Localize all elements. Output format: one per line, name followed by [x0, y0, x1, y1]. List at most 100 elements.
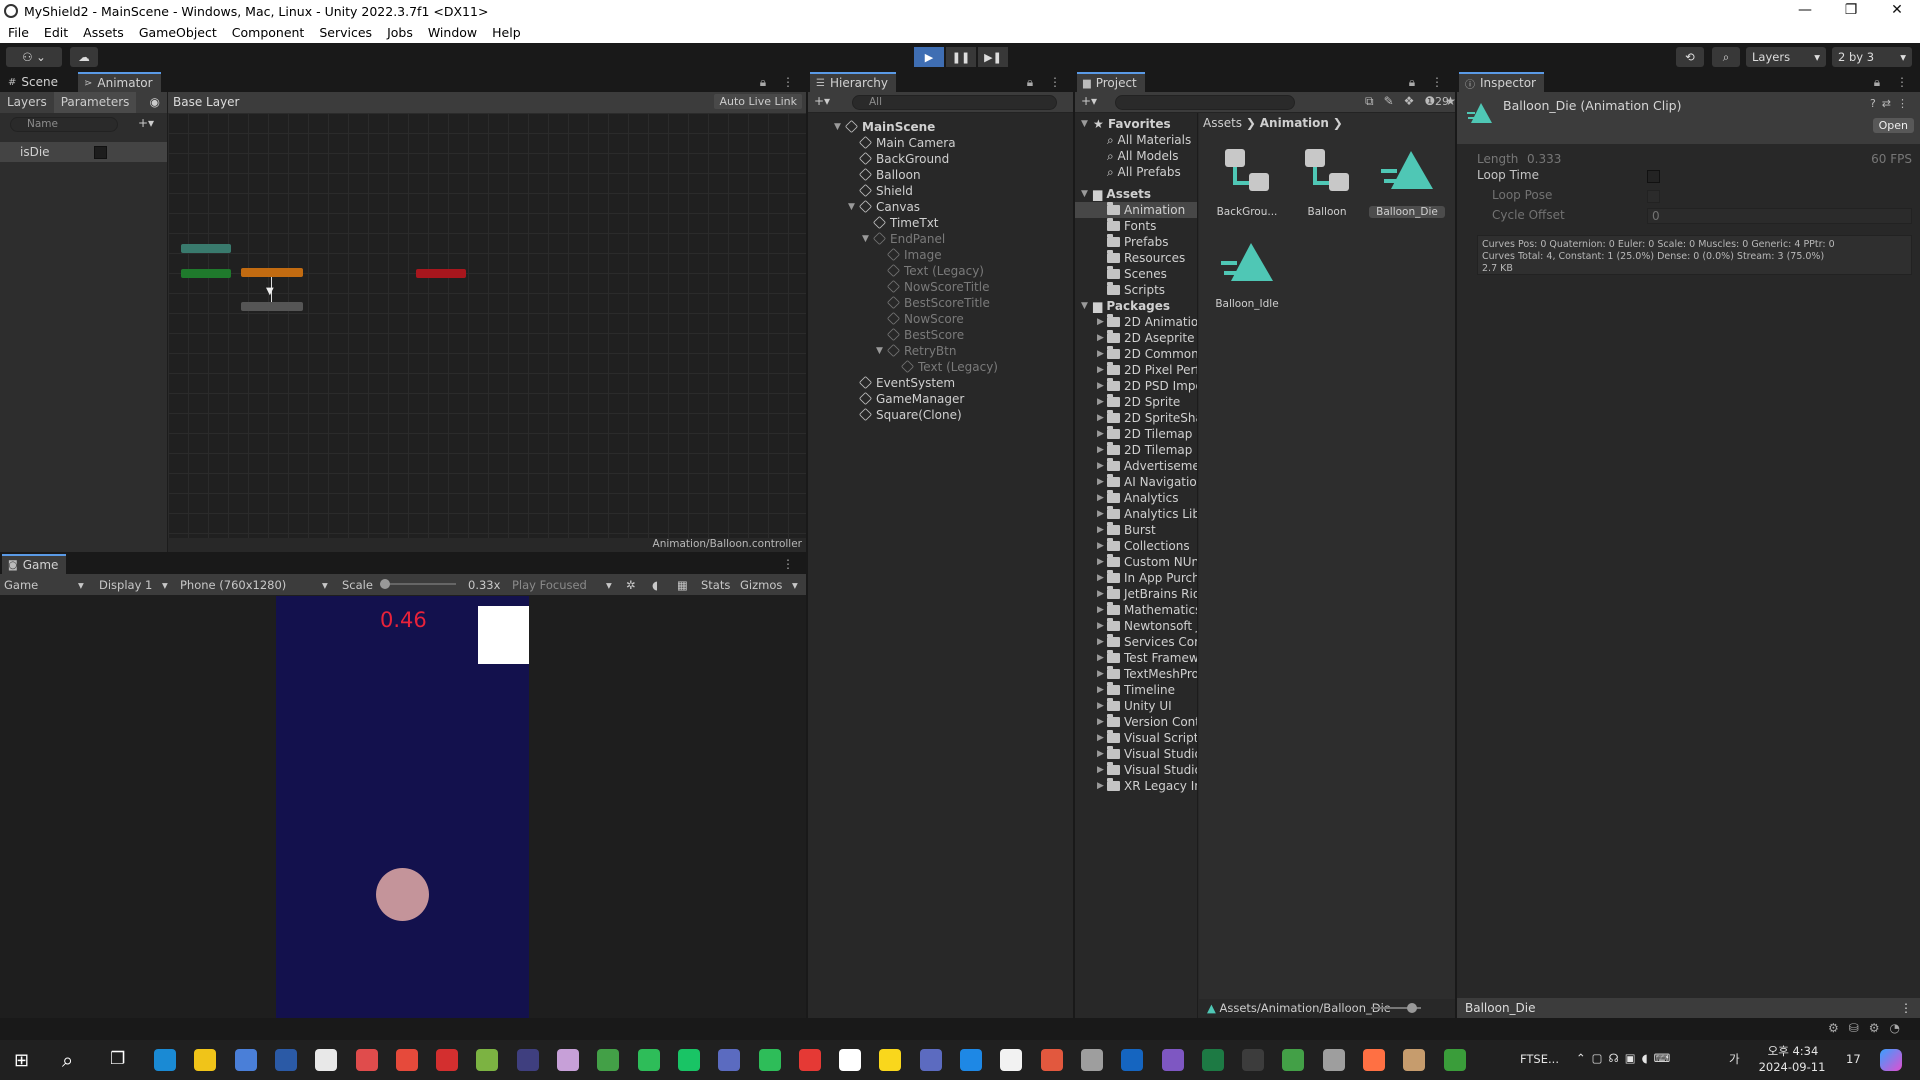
taskbar-app-icon[interactable] — [960, 1049, 982, 1071]
status-icons[interactable]: ⚙⛁⚙◔ — [1828, 1021, 1910, 1035]
panel-options-icon[interactable]: 🔒︎ ⋮ — [1027, 75, 1067, 90]
state-balloon-die[interactable] — [241, 302, 303, 311]
project-tree-item[interactable]: Advertisement Legacy — [1107, 458, 1197, 474]
expand-arrow-icon[interactable]: ▼ — [834, 122, 841, 132]
asset-item[interactable]: BackGrou... — [1209, 143, 1285, 218]
taskbar-app-icon[interactable] — [919, 1049, 942, 1071]
grid-icon[interactable]: ▦ — [677, 578, 688, 592]
menu-edit[interactable]: Edit — [36, 25, 75, 40]
project-tree-item[interactable]: ⌕ All Materials — [1107, 132, 1191, 148]
hierarchy-item[interactable]: RetryBtn — [886, 343, 956, 359]
icon-size-handle[interactable] — [1407, 1003, 1417, 1013]
project-tree-item[interactable]: Analytics Library — [1107, 506, 1197, 522]
project-tree-item[interactable]: JetBrains Rider Editor — [1107, 586, 1197, 602]
taskbar-app-icon[interactable] — [1363, 1049, 1385, 1071]
tab-hierarchy[interactable]: ☰ Hierarchy — [810, 72, 896, 92]
tray-icons[interactable]: ⌃▢☊▣◖⌨ — [1576, 1051, 1676, 1065]
cloud-button[interactable]: ☁ — [70, 47, 98, 67]
hierarchy-item[interactable]: EventSystem — [858, 375, 955, 391]
expand-arrow-icon[interactable]: ▶ — [1097, 445, 1104, 455]
preview-options-icon[interactable]: ⋮ — [1900, 1001, 1912, 1015]
expand-arrow-icon[interactable]: ▶ — [1097, 653, 1104, 663]
taskbar-app-icon[interactable] — [1161, 1049, 1184, 1071]
project-section[interactable]: ★ Favorites — [1093, 116, 1171, 132]
taskbar-app-icon[interactable] — [597, 1049, 620, 1071]
project-tree-item[interactable]: Animation — [1075, 202, 1197, 218]
project-tree-item[interactable]: Custom NUnit — [1107, 554, 1197, 570]
hierarchy-item[interactable]: BestScoreTitle — [886, 295, 990, 311]
minimize-button[interactable]: — — [1782, 0, 1828, 22]
hierarchy-item[interactable]: GameManager — [858, 391, 964, 407]
tab-scene[interactable]: # Scene — [2, 72, 66, 92]
debug-icon[interactable]: ✲ — [626, 578, 636, 592]
project-tree-item[interactable]: Scripts — [1107, 282, 1165, 298]
state-exit[interactable] — [416, 269, 466, 278]
expand-arrow-icon[interactable]: ▶ — [1097, 733, 1104, 743]
taskbar-app-icon[interactable] — [395, 1049, 418, 1071]
project-tree-item[interactable]: Services Core — [1107, 634, 1197, 650]
project-tree-item[interactable]: 2D PSD Importer — [1107, 378, 1197, 394]
pause-button[interactable]: ❚❚ — [946, 47, 976, 67]
expand-arrow-icon[interactable]: ▶ — [1097, 701, 1104, 711]
taskbar-app-icon[interactable] — [154, 1049, 176, 1071]
tab-game[interactable]: ◙ Game — [2, 554, 67, 574]
project-tree-item[interactable]: Version Control — [1107, 714, 1197, 730]
base-layer-label[interactable]: Base Layer — [173, 95, 240, 109]
play-button[interactable]: ▶ — [914, 47, 944, 67]
breadcrumb-assets[interactable]: Assets — [1203, 116, 1242, 130]
expand-arrow-icon[interactable]: ▶ — [1097, 349, 1104, 359]
project-tree-item[interactable]: ⌕ All Prefabs — [1107, 164, 1181, 180]
project-tree-item[interactable]: Unity UI — [1107, 698, 1172, 714]
copilot-icon[interactable] — [1880, 1049, 1902, 1071]
expand-arrow-icon[interactable]: ▶ — [1097, 413, 1104, 423]
step-button[interactable]: ▶❚ — [978, 47, 1008, 67]
expand-arrow-icon[interactable]: ▶ — [1097, 637, 1104, 647]
expand-arrow-icon[interactable]: ▶ — [1097, 589, 1104, 599]
expand-arrow-icon[interactable]: ▶ — [1097, 317, 1104, 327]
parameter-search-input[interactable]: Name — [10, 117, 118, 132]
project-tree-item[interactable]: 2D Animation — [1107, 314, 1197, 330]
search-button[interactable]: ⌕ — [1712, 47, 1740, 67]
taskbar-app-icon[interactable] — [637, 1049, 660, 1071]
open-button[interactable]: Open — [1872, 118, 1914, 133]
taskbar-app-icon[interactable] — [1443, 1049, 1466, 1071]
cycle-offset-field[interactable]: 0 — [1647, 208, 1912, 224]
project-tree-item[interactable]: Resources — [1107, 250, 1185, 266]
scale-slider[interactable] — [380, 583, 456, 585]
expand-arrow-icon[interactable]: ▶ — [1097, 381, 1104, 391]
animator-graph[interactable]: ▼ — [168, 113, 806, 552]
hierarchy-item[interactable]: BestScore — [886, 327, 964, 343]
expand-arrow-icon[interactable]: ▼ — [1081, 301, 1088, 311]
asset-item[interactable]: Balloon — [1289, 143, 1365, 218]
project-tree-item[interactable]: 2D Aseprite Importer — [1107, 330, 1197, 346]
gizmos-button[interactable]: Gizmos — [740, 578, 782, 592]
expand-arrow-icon[interactable]: ▶ — [1097, 749, 1104, 759]
taskbar-app-icon[interactable] — [1201, 1049, 1224, 1071]
taskbar-app-icon[interactable] — [557, 1049, 579, 1071]
expand-arrow-icon[interactable]: ▶ — [1097, 781, 1104, 791]
task-view-icon[interactable]: ❐ — [110, 1049, 125, 1069]
state-entry[interactable] — [181, 269, 231, 278]
project-tree-item[interactable]: 2D Tilemap Editor — [1107, 426, 1197, 442]
clock-date[interactable]: 2024-09-11 — [1752, 1060, 1832, 1074]
maximize-button[interactable]: ❐ — [1828, 0, 1874, 22]
tab-project[interactable]: ▆ Project — [1077, 72, 1145, 92]
expand-arrow-icon[interactable]: ▶ — [1097, 541, 1104, 551]
tab-animator[interactable]: ⋗ Animator — [78, 72, 161, 92]
header-icons[interactable]: ?⇄⋮ — [1870, 97, 1914, 110]
taskbar-app-icon[interactable] — [718, 1049, 741, 1071]
hierarchy-item[interactable]: Image — [886, 247, 942, 263]
project-tree-item[interactable]: 2D Pixel Perfect — [1107, 362, 1197, 378]
hierarchy-item[interactable]: Text (Legacy) — [886, 263, 984, 279]
game-viewport[interactable]: 0.46 — [276, 596, 529, 1018]
expand-arrow-icon[interactable]: ▶ — [1097, 525, 1104, 535]
taskbar-app-icon[interactable] — [315, 1049, 338, 1071]
project-tree-item[interactable]: Visual Studio Editor — [1107, 762, 1197, 778]
taskbar-app-icon[interactable] — [516, 1049, 539, 1071]
expand-arrow-icon[interactable]: ▶ — [1097, 493, 1104, 503]
expand-arrow-icon[interactable]: ▼ — [1081, 189, 1088, 199]
project-section[interactable]: ▆ Packages — [1093, 298, 1170, 314]
project-tree-item[interactable]: In App Purchasing — [1107, 570, 1197, 586]
taskbar-app-icon[interactable] — [1403, 1049, 1426, 1071]
expand-arrow-icon[interactable]: ▶ — [1097, 557, 1104, 567]
